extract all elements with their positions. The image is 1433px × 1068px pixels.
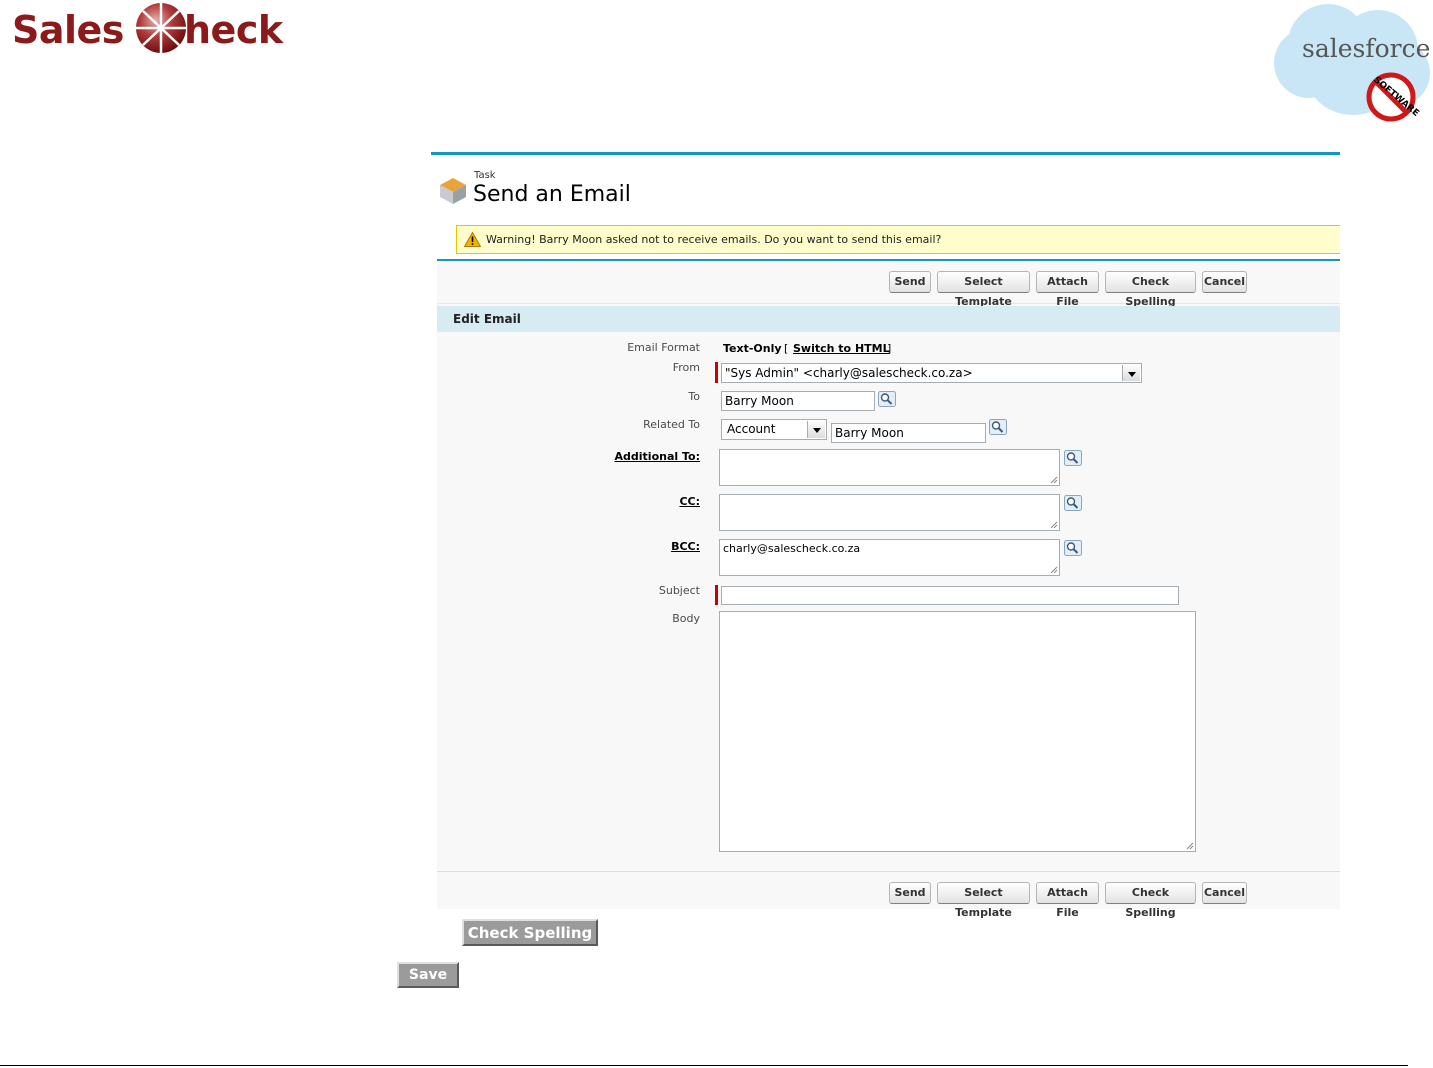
related-to-label: Related To xyxy=(643,418,700,431)
salesforce-logo: salesforce SOFTWARE xyxy=(1268,0,1433,130)
header-top-rule xyxy=(431,152,1340,155)
bcc-lookup-icon[interactable] xyxy=(1064,540,1082,556)
switch-bracket-open: [ xyxy=(784,342,789,355)
salesforce-text: salesforce xyxy=(1302,34,1431,63)
send-button-bottom[interactable]: Send xyxy=(889,882,931,904)
cc-lookup-icon[interactable] xyxy=(1064,495,1082,511)
save-button[interactable]: Save xyxy=(397,962,459,988)
warning-text: Warning! Barry Moon asked not to receive… xyxy=(486,233,942,246)
from-label: From xyxy=(672,361,700,374)
switch-bracket-close: ] xyxy=(887,342,892,355)
related-type-select[interactable]: Account xyxy=(721,419,827,440)
to-lookup-icon[interactable] xyxy=(878,391,896,407)
related-type-value: Account xyxy=(727,422,776,436)
attach-file-button-bottom[interactable]: Attach File xyxy=(1036,882,1099,919)
check-spelling-large-button[interactable]: Check Spelling xyxy=(462,919,598,946)
additional-to-field[interactable] xyxy=(719,449,1060,486)
cc-field[interactable] xyxy=(719,494,1060,531)
salescheck-logo: Sales heck xyxy=(12,2,302,58)
email-edit-form: Send Select Template Attach File Check S… xyxy=(437,259,1340,919)
select-template-button[interactable]: Select Template xyxy=(937,271,1030,308)
email-format-label: Email Format xyxy=(627,341,700,354)
edit-email-section-header: Edit Email xyxy=(437,306,1340,332)
body-label: Body xyxy=(672,612,700,625)
chevron-down-icon[interactable] xyxy=(807,421,825,438)
check-spelling-button-bottom[interactable]: Check Spelling xyxy=(1105,882,1196,919)
subject-label: Subject xyxy=(658,584,700,597)
page-title: Send an Email xyxy=(473,182,631,207)
required-indicator xyxy=(715,362,718,383)
logo-text-heck: heck xyxy=(184,8,283,52)
check-spelling-button[interactable]: Check Spelling xyxy=(1105,271,1196,308)
top-button-row: Send Select Template Attach File Check S… xyxy=(437,261,1340,308)
attach-file-button[interactable]: Attach File xyxy=(1036,271,1099,308)
subject-field[interactable] xyxy=(721,586,1179,605)
section-title: Edit Email xyxy=(453,312,521,326)
chevron-down-icon[interactable] xyxy=(1122,365,1140,381)
bottom-button-row: Send Select Template Attach File Check S… xyxy=(437,871,1340,919)
globe-logo-icon xyxy=(136,3,186,53)
related-lookup-icon[interactable] xyxy=(989,419,1007,435)
cancel-button[interactable]: Cancel xyxy=(1202,271,1247,293)
cancel-button-bottom[interactable]: Cancel xyxy=(1202,882,1247,904)
from-select[interactable]: "Sys Admin" <charly@salescheck.co.za> xyxy=(721,363,1142,383)
additional-to-lookup-icon[interactable] xyxy=(1064,450,1082,466)
footer-rule xyxy=(0,1065,1408,1066)
resize-handle-icon[interactable] xyxy=(1186,842,1194,850)
to-label: To xyxy=(688,390,700,403)
logo-text-sales: Sales xyxy=(12,8,124,52)
additional-to-link[interactable]: Additional To: xyxy=(550,450,700,463)
required-indicator xyxy=(715,585,718,605)
bcc-field[interactable]: charly@salescheck.co.za xyxy=(719,539,1060,576)
cc-link[interactable]: CC: xyxy=(550,495,700,508)
task-icon xyxy=(440,178,466,204)
email-format-value: Text-Only xyxy=(723,342,782,355)
switch-to-html-link[interactable]: Switch to HTML xyxy=(793,342,890,355)
from-select-value: "Sys Admin" <charly@salescheck.co.za> xyxy=(725,366,973,380)
bcc-link[interactable]: BCC: xyxy=(550,540,700,553)
resize-handle-icon[interactable] xyxy=(1050,566,1058,574)
body-field[interactable] xyxy=(719,611,1196,852)
bcc-value: charly@salescheck.co.za xyxy=(723,542,861,555)
to-field[interactable] xyxy=(721,391,875,411)
resize-handle-icon[interactable] xyxy=(1050,521,1058,529)
resize-handle-icon[interactable] xyxy=(1050,476,1058,484)
object-type-label: Task xyxy=(474,170,496,181)
warning-triangle-icon xyxy=(464,232,481,247)
warning-banner: Warning! Barry Moon asked not to receive… xyxy=(456,225,1340,254)
select-template-button-bottom[interactable]: Select Template xyxy=(937,882,1030,919)
related-name-field[interactable] xyxy=(831,423,986,443)
send-button[interactable]: Send xyxy=(889,271,931,293)
